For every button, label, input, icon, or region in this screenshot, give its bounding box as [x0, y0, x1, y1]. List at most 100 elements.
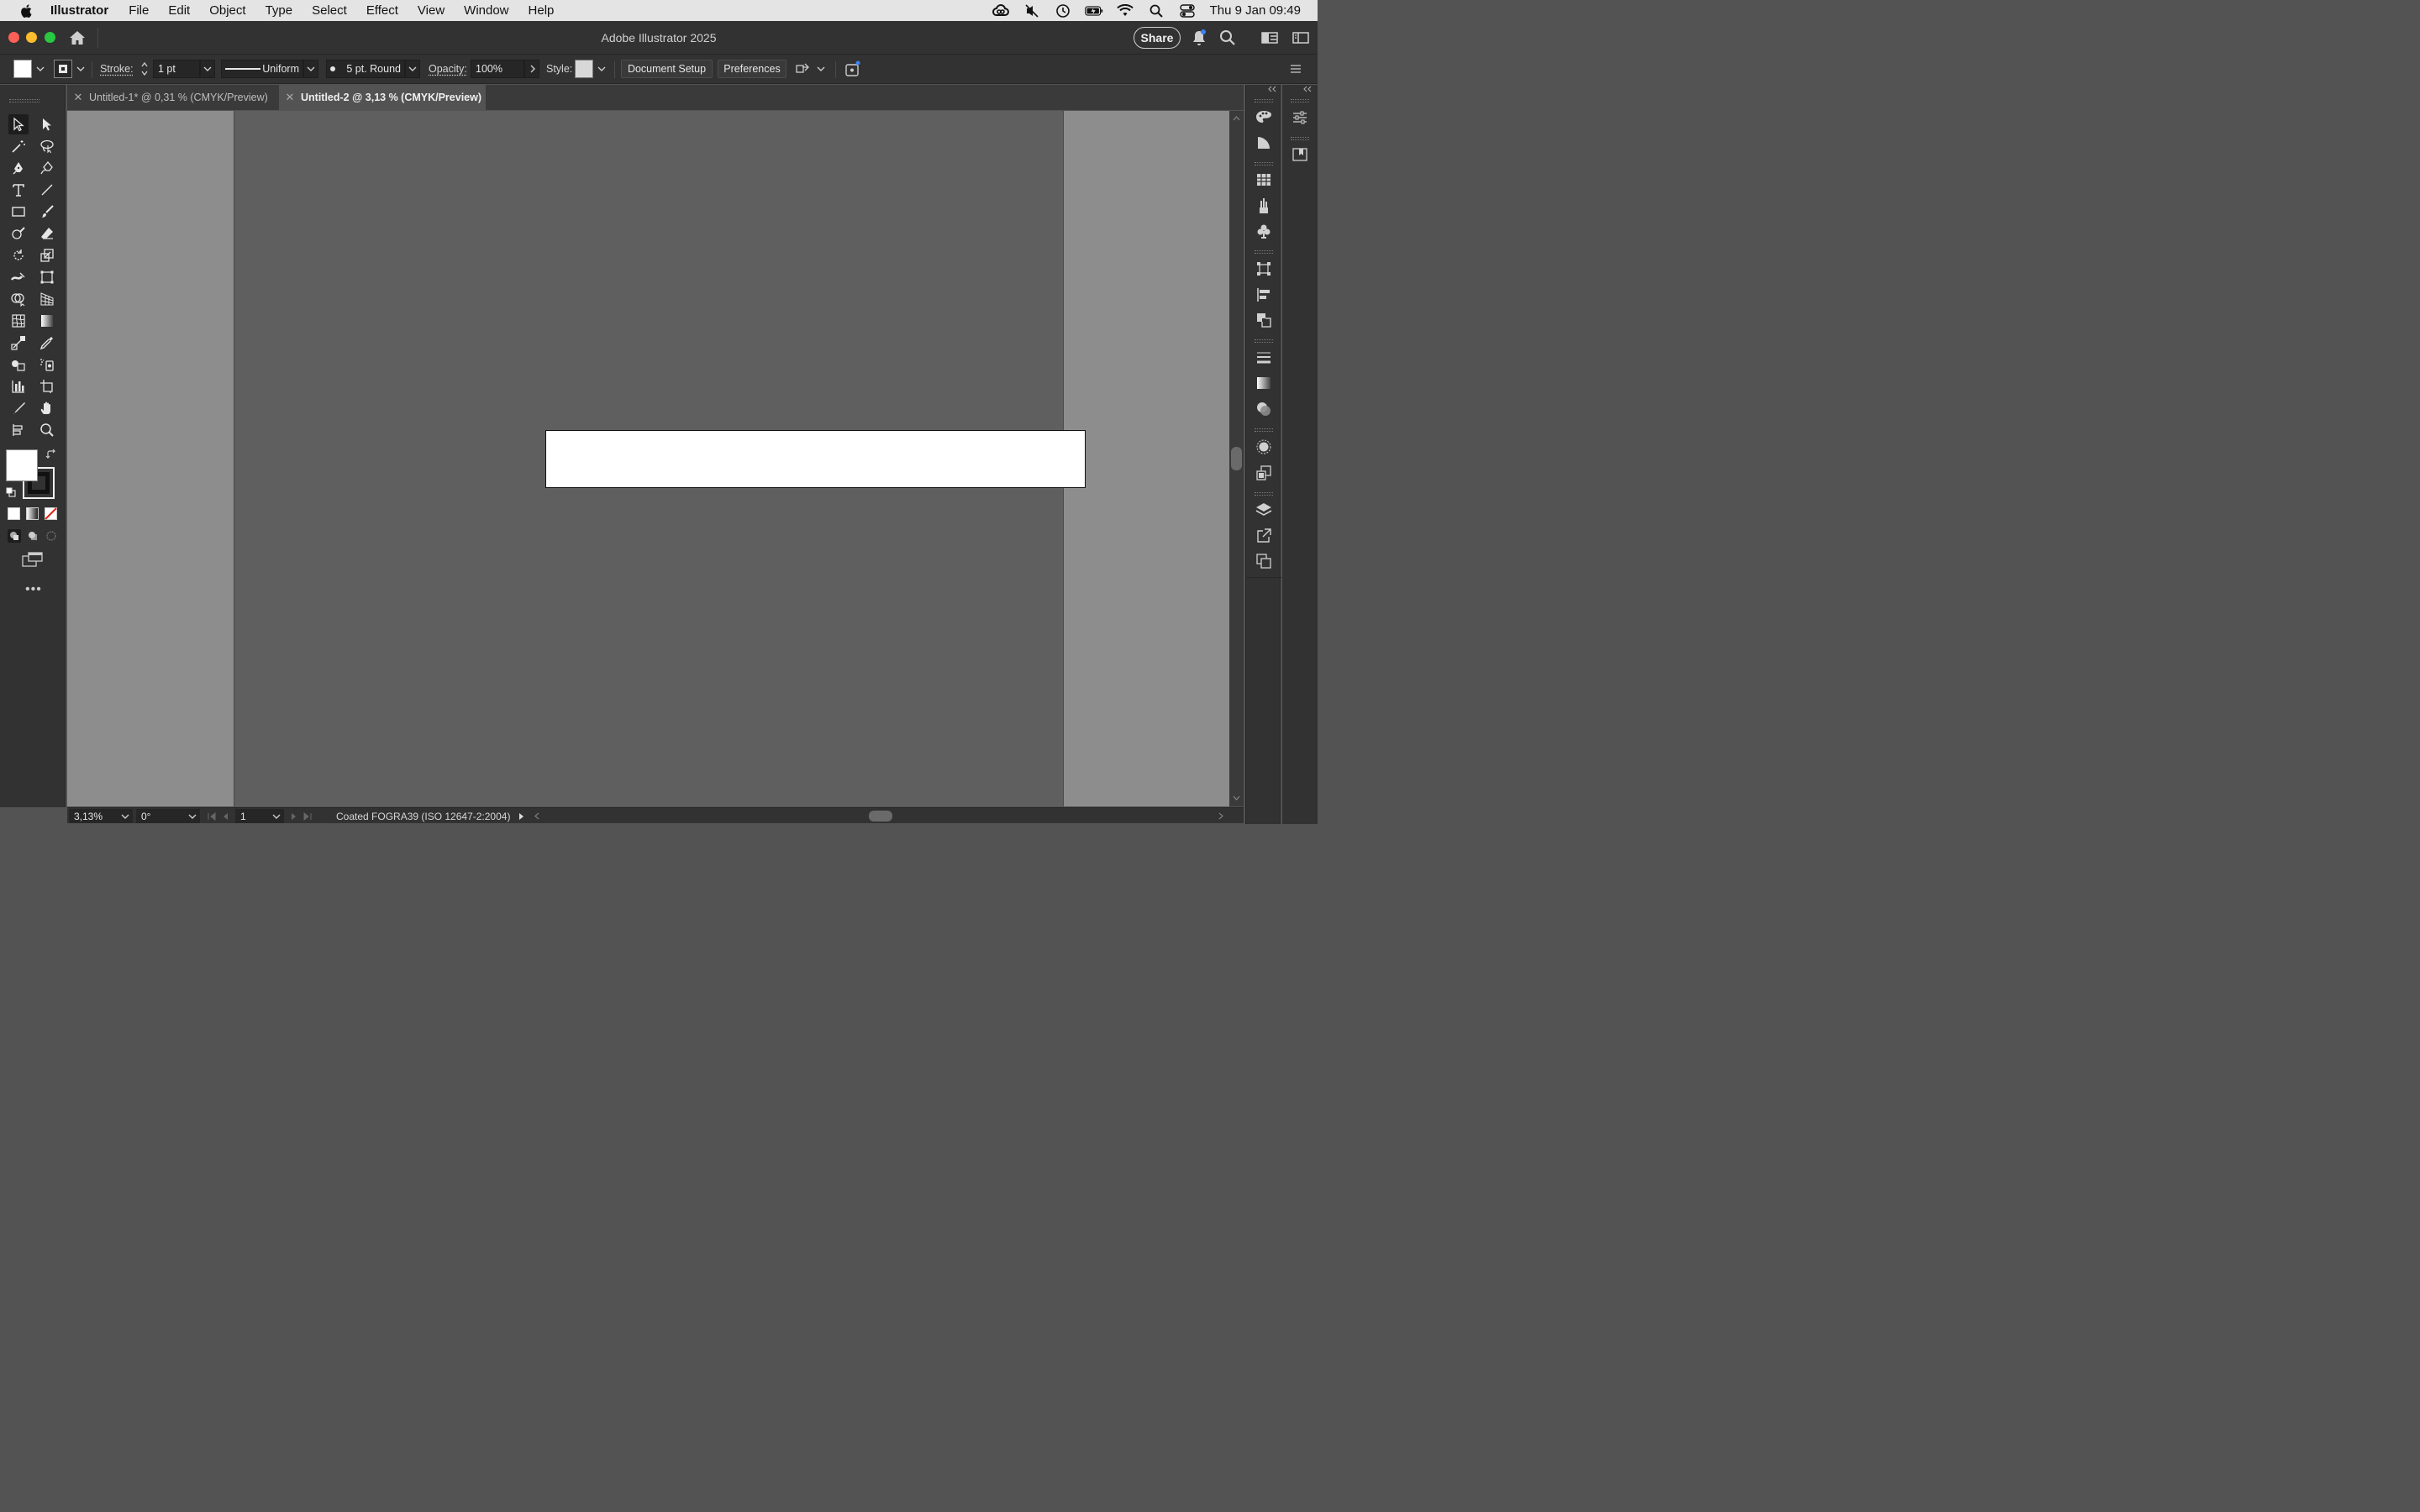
panel-menu-icon[interactable]: [1290, 60, 1302, 78]
chevron-down-icon[interactable]: [817, 66, 825, 72]
brush-definition[interactable]: 5 pt. Round: [326, 60, 420, 78]
panel-grip[interactable]: [1255, 492, 1273, 496]
pathfinder-panel-icon[interactable]: [1255, 311, 1273, 329]
graphic-style-picker[interactable]: [575, 60, 606, 78]
panel-grip[interactable]: [9, 99, 39, 102]
opacity-input[interactable]: 100%: [471, 60, 524, 78]
symbols-panel-icon[interactable]: [1255, 222, 1273, 240]
eraser-tool-icon[interactable]: [37, 223, 57, 244]
panel-grip[interactable]: [1255, 339, 1273, 343]
chevron-down-icon[interactable]: [597, 66, 606, 72]
menu-window[interactable]: Window: [464, 3, 508, 18]
mesh-tool-icon[interactable]: [8, 311, 29, 331]
rectangle-tool-icon[interactable]: [8, 202, 29, 222]
opacity-control[interactable]: 100%: [471, 60, 539, 78]
menu-view[interactable]: View: [418, 3, 445, 18]
zoom-control[interactable]: 3,13%: [69, 809, 133, 823]
swatches-panel-icon[interactable]: [1255, 171, 1273, 189]
scale-tool-icon[interactable]: [37, 245, 57, 265]
collapse-dock-icon[interactable]: [1268, 86, 1276, 92]
panel-grip[interactable]: [1291, 137, 1309, 140]
swap-fill-stroke-icon[interactable]: [45, 449, 57, 460]
panel-grip[interactable]: [1255, 99, 1273, 102]
rotate-tool-icon[interactable]: [8, 245, 29, 265]
draw-behind-icon[interactable]: [26, 529, 39, 543]
chevron-down-icon[interactable]: [76, 66, 85, 72]
graphic-style-swatch[interactable]: [575, 60, 593, 78]
previous-artboard-icon[interactable]: [222, 812, 229, 821]
draw-inside-icon[interactable]: [45, 529, 58, 543]
line-segment-tool-icon[interactable]: [37, 180, 57, 200]
menu-app-name[interactable]: Illustrator: [50, 3, 108, 18]
menu-clock[interactable]: Thu 9 Jan 09:49: [1210, 3, 1301, 18]
gradient-tool-icon[interactable]: [37, 311, 57, 331]
live-paint-bucket-tool-icon[interactable]: [8, 354, 29, 375]
chevron-down-icon[interactable]: [303, 60, 318, 78]
curvature-tool-icon[interactable]: [37, 158, 57, 178]
color-guide-icon[interactable]: [1255, 134, 1273, 152]
canvas[interactable]: [67, 111, 1229, 806]
brushes-panel-icon[interactable]: [1255, 197, 1273, 215]
shaper-tool-icon[interactable]: [8, 223, 29, 244]
change-screen-mode-icon[interactable]: [22, 551, 44, 568]
libraries-panel-icon[interactable]: [1291, 145, 1309, 164]
stroke-swatch[interactable]: [54, 60, 72, 78]
fill-swatch[interactable]: [13, 60, 32, 78]
color-mode-icon[interactable]: [8, 507, 20, 520]
transform-panel-icon[interactable]: [1255, 260, 1273, 278]
menu-file[interactable]: File: [129, 3, 149, 18]
zoom-tool-icon[interactable]: [37, 420, 57, 440]
perspective-grid-tool-icon[interactable]: [37, 289, 57, 309]
workspace-switcher-icon[interactable]: [1292, 31, 1309, 45]
hand-tool-icon[interactable]: [37, 398, 57, 418]
tab-untitled-2[interactable]: ✕ Untitled-2 @ 3,13 % (CMYK/Preview): [279, 85, 486, 110]
opacity-label-text[interactable]: Opacity:: [429, 63, 467, 75]
stroke-panel-icon[interactable]: [1255, 349, 1273, 367]
battery-icon[interactable]: [1084, 3, 1103, 18]
selection-tool-icon[interactable]: [8, 114, 29, 134]
arrange-documents-icon[interactable]: [1261, 31, 1278, 45]
first-artboard-icon[interactable]: [207, 811, 217, 821]
notifications-bell-icon[interactable]: [1191, 29, 1207, 47]
document-setup-button[interactable]: Document Setup: [621, 60, 713, 78]
slice-tool-icon[interactable]: [8, 398, 29, 418]
fill-color-box-front[interactable]: [6, 449, 38, 481]
vertical-scroll-thumb[interactable]: [1231, 447, 1242, 470]
preferences-button[interactable]: Preferences: [718, 60, 786, 78]
zoom-level-input[interactable]: 3,13%: [69, 809, 118, 823]
time-machine-icon[interactable]: [1054, 3, 1072, 18]
search-icon[interactable]: [1219, 29, 1236, 46]
chevron-down-icon[interactable]: [200, 60, 215, 78]
panel-grip[interactable]: [1255, 250, 1273, 254]
graphic-styles-panel-icon[interactable]: [1255, 464, 1273, 482]
menu-edit[interactable]: Edit: [168, 3, 190, 18]
vertical-scrollbar[interactable]: [1229, 111, 1244, 806]
menu-type[interactable]: Type: [266, 3, 293, 18]
apple-icon[interactable]: [18, 3, 35, 19]
fill-swatch-group[interactable]: [13, 60, 45, 78]
stroke-label[interactable]: Stroke:: [100, 60, 134, 78]
menu-effect[interactable]: Effect: [366, 3, 398, 18]
collapse-dock-icon[interactable]: [1303, 86, 1312, 92]
stroke-label-text[interactable]: Stroke:: [100, 63, 134, 75]
chevron-down-icon[interactable]: [118, 809, 133, 823]
next-artboard-icon[interactable]: [291, 812, 297, 821]
panel-grip[interactable]: [1255, 428, 1273, 432]
scroll-left-icon[interactable]: [534, 812, 539, 820]
menu-help[interactable]: Help: [529, 3, 555, 18]
align-panel-icon[interactable]: [1255, 286, 1273, 304]
chevron-down-icon[interactable]: [405, 60, 420, 78]
eyedropper-tool-icon[interactable]: [37, 333, 57, 353]
edit-toolbar-icon[interactable]: •••: [25, 582, 42, 597]
last-artboard-icon[interactable]: [302, 811, 313, 821]
mute-icon[interactable]: [1023, 3, 1041, 18]
none-mode-icon[interactable]: [45, 507, 57, 520]
type-tool-icon[interactable]: [8, 180, 29, 200]
artboards-panel-icon[interactable]: [1255, 552, 1273, 570]
variable-width-field[interactable]: Uniform: [221, 60, 303, 78]
chevron-down-icon[interactable]: [36, 66, 45, 72]
stroke-weight-control[interactable]: 1 pt: [138, 60, 215, 78]
scroll-down-icon[interactable]: [1233, 795, 1240, 801]
spotlight-search-icon[interactable]: [1147, 3, 1165, 18]
close-tab-icon[interactable]: ✕: [67, 91, 89, 104]
